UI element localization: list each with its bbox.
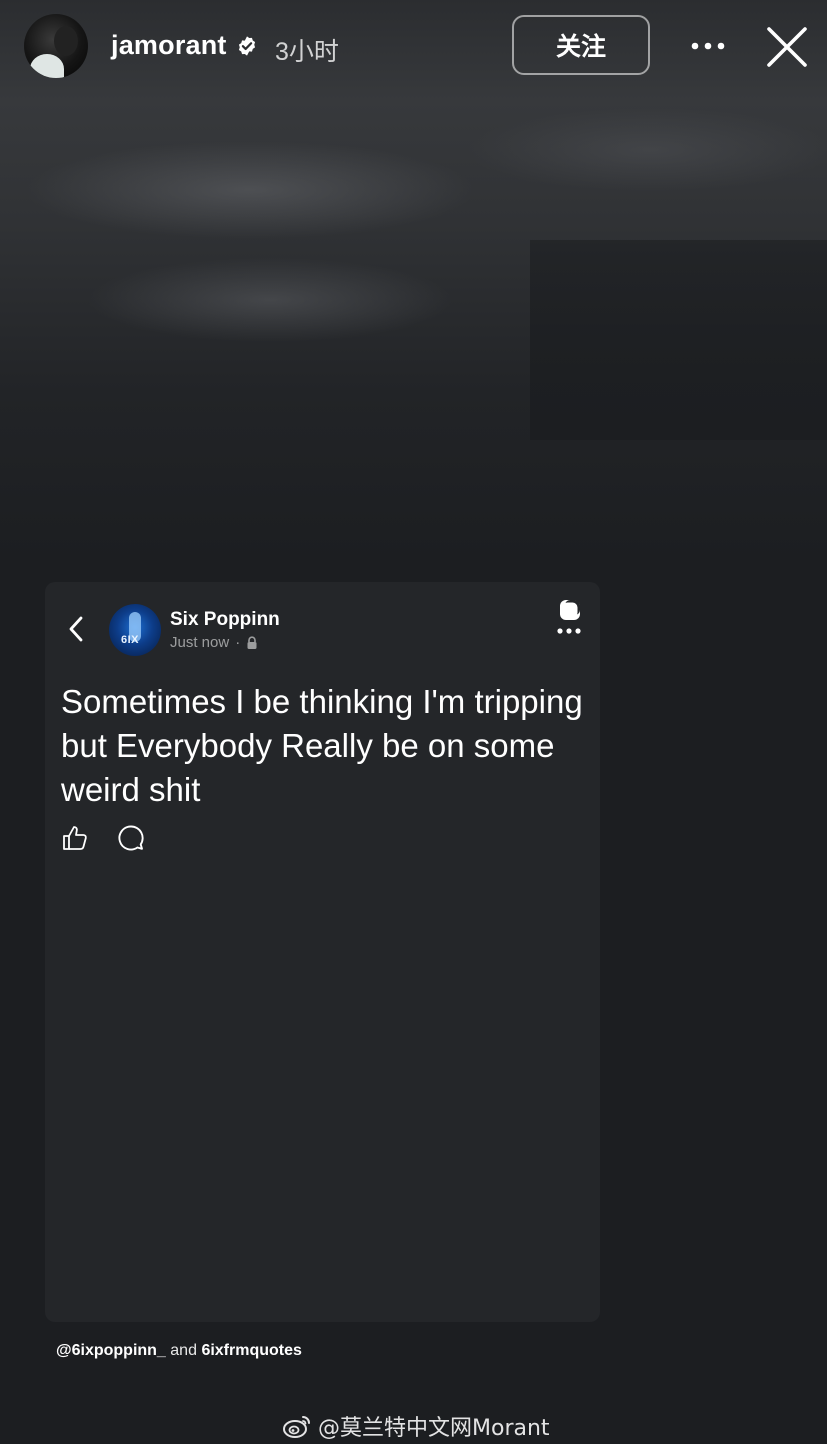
comment-icon[interactable] [117,824,145,852]
post-author-avatar[interactable]: 6IX [109,604,161,656]
credit-joiner: and [170,1342,197,1359]
post-meta: Just now · [170,634,258,651]
watermark: @莫兰特中文网Morant [282,1410,550,1442]
avatar-logo-text: 6IX [121,634,140,646]
close-icon[interactable] [764,24,810,70]
credit-handle-1[interactable]: @6ixpoppinn_ [56,1342,166,1359]
follow-button[interactable]: 关注 [512,15,650,75]
shared-post-card[interactable]: 6IX Six Poppinn Just now · Sometimes I b… [45,582,600,1322]
profile-avatar[interactable] [24,14,88,78]
blurred-background-shade [530,240,827,440]
more-options-button[interactable] [688,30,728,62]
threads-menu-icon[interactable] [555,598,587,638]
post-text: Sometimes I be thinking I'm tripping but… [61,683,583,808]
story-header: jamorant 3小时 关注 [0,0,827,95]
weibo-logo-icon [283,1416,310,1438]
avatar-figure-shirt [30,54,64,78]
post-timestamp: Just now [170,634,230,651]
watermark-text: @莫兰特中文网Morant [318,1416,550,1441]
post-author-name[interactable]: Six Poppinn [170,609,280,631]
chevron-left-icon[interactable] [65,614,87,644]
verified-badge-icon [238,36,256,56]
thumbs-up-icon[interactable] [61,824,89,852]
story-credits: @6ixpoppinn_ and 6ixfrmquotes [56,1342,302,1360]
meta-separator: · [235,634,241,651]
lock-icon [247,635,257,649]
username[interactable]: jamorant [111,30,227,61]
post-time: 3小时 [275,38,339,66]
credit-handle-2[interactable]: 6ixfrmquotes [201,1342,301,1359]
more-horizontal-icon [691,42,725,50]
avatar-figure-head [54,26,78,56]
